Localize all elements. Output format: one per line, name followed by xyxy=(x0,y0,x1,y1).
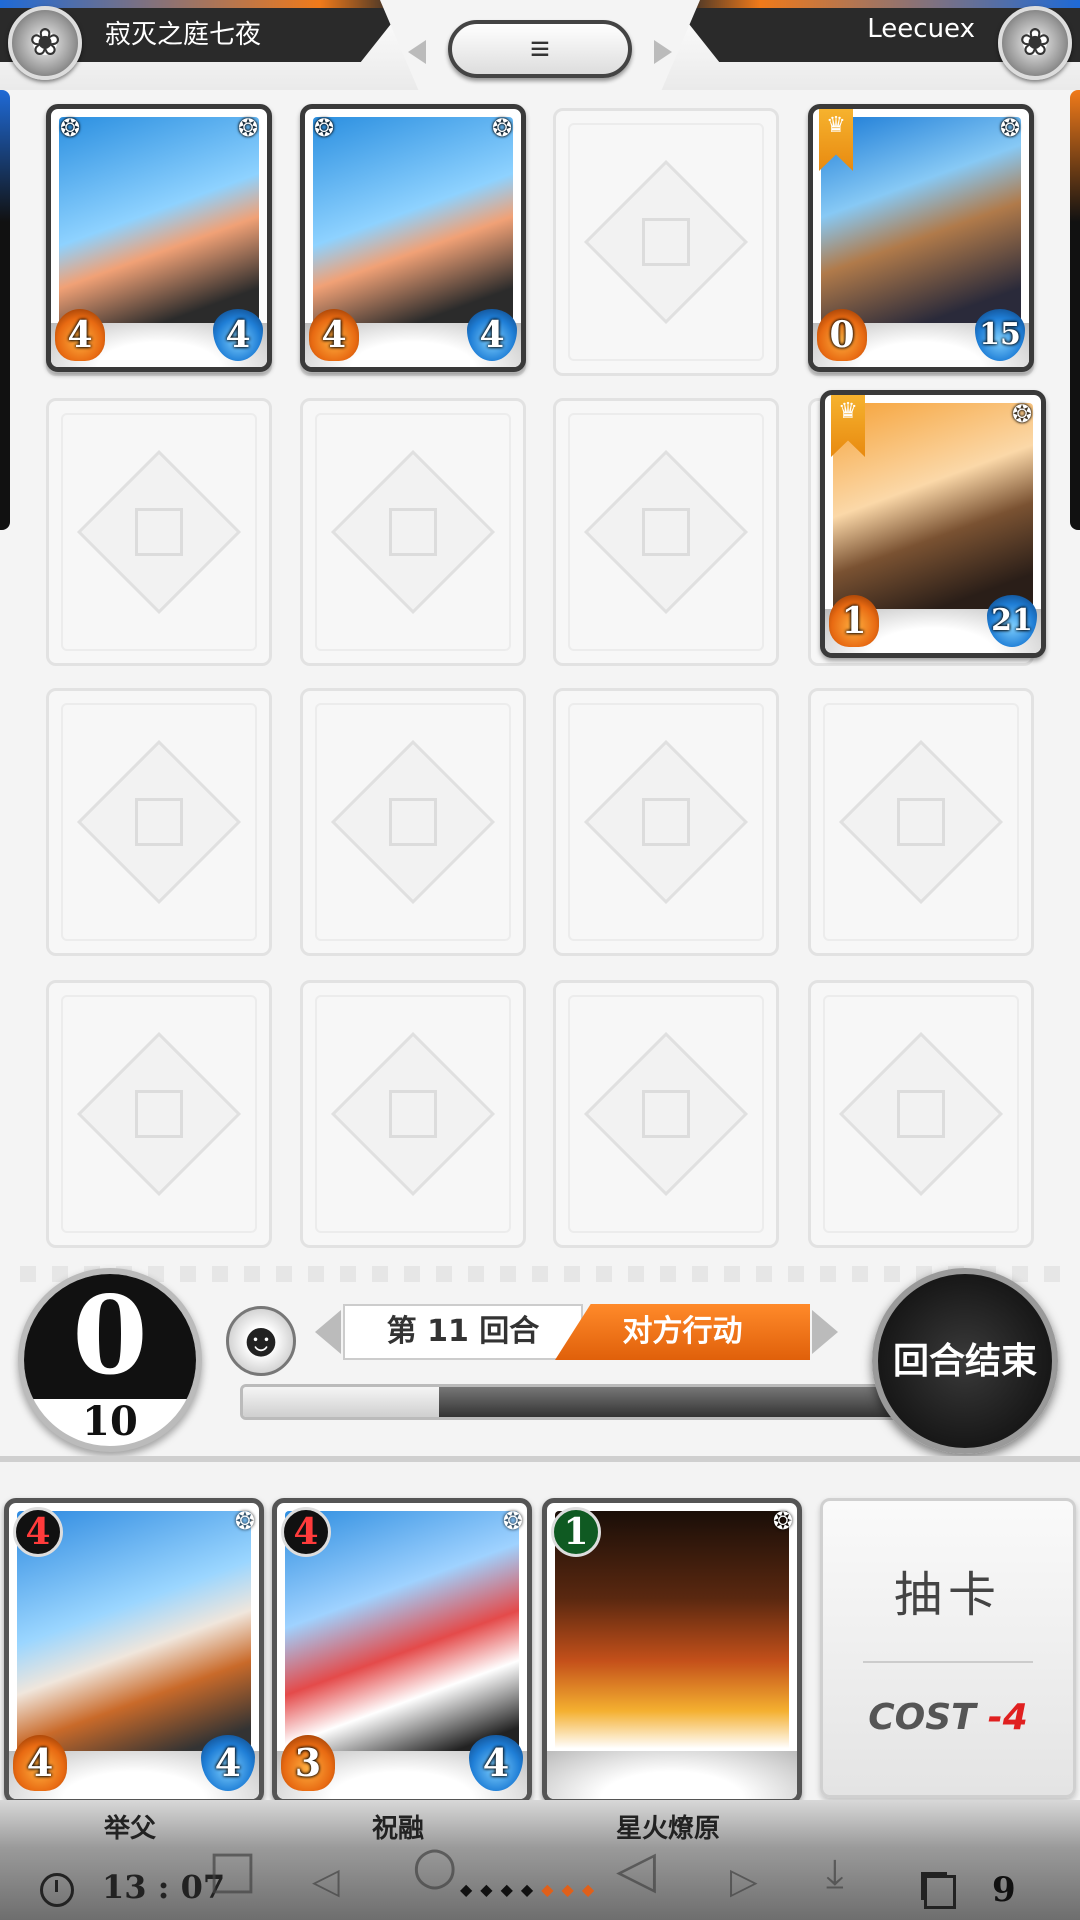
mana-current: 0 xyxy=(72,1273,148,1399)
hand-card-name: 星火燎原 xyxy=(615,1814,720,1844)
mana-orb: 0 10 xyxy=(18,1268,202,1452)
menu-button[interactable]: ≡ xyxy=(448,20,632,78)
player-name: Leecuex xyxy=(867,14,975,44)
system-bar: 举父 祝融 星火燎原 13 : 07 □ ◁ ○ ◁ ▷ ⤓ xyxy=(0,1800,1080,1920)
board-slot[interactable] xyxy=(553,398,779,666)
player-avatar[interactable] xyxy=(998,6,1072,80)
hand-card[interactable]: 4 ❂ 4 4 xyxy=(4,1498,264,1804)
cost-badge: 1 xyxy=(551,1507,601,1557)
back-arrow-icon[interactable]: ◁ xyxy=(312,1856,340,1908)
opponent-accent-stripe xyxy=(0,0,400,8)
left-arrow-icon xyxy=(315,1310,341,1354)
clock-icon xyxy=(40,1872,74,1907)
board-slot[interactable] xyxy=(46,980,272,1248)
card-art xyxy=(313,117,513,331)
attack-stat: 4 xyxy=(13,1735,67,1791)
board-slot[interactable] xyxy=(300,980,526,1248)
board-slot[interactable] xyxy=(553,108,779,376)
attack-stat: 4 xyxy=(55,309,105,361)
deck-icon xyxy=(924,1875,956,1909)
rune-corner-icon: ❂ xyxy=(491,114,513,142)
rune-corner-icon: ❂ xyxy=(772,1507,793,1535)
rune-corner-icon: ❂ xyxy=(234,1507,255,1535)
card-art xyxy=(59,117,259,331)
turn-timer-elapsed xyxy=(439,1387,897,1417)
emote-button[interactable]: ☻ xyxy=(226,1306,296,1376)
smiley-icon: ☻ xyxy=(235,1314,287,1367)
attack-stat: 3 xyxy=(281,1735,335,1791)
deck-count: 9 xyxy=(992,1870,1016,1910)
board-card-bard[interactable]: ❂ 1 21 xyxy=(820,390,1046,658)
rune-corner-icon: ❂ xyxy=(59,114,81,142)
player-accent-stripe xyxy=(680,0,1080,8)
rune-corner-icon: ❂ xyxy=(1011,400,1033,428)
board-slot[interactable] xyxy=(808,980,1034,1248)
board-slot[interactable] xyxy=(46,398,272,666)
draw-divider xyxy=(863,1661,1033,1663)
cost-badge: 4 xyxy=(281,1507,331,1557)
board-card-fox-warrior[interactable]: ❂ ❂ 4 4 xyxy=(300,104,526,372)
cost-value: -4 xyxy=(987,1697,1028,1738)
card-ornament xyxy=(547,1751,797,1799)
board-slot[interactable] xyxy=(553,688,779,956)
attack-stat: 1 xyxy=(829,595,879,647)
left-triangle-mark xyxy=(408,40,426,64)
battlefield: ❂ ❂ 4 4 ❂ ❂ 4 4 ❂ 0 15 ❂ 1 21 xyxy=(0,100,1080,1250)
turn-timer-remaining xyxy=(243,1387,440,1417)
board-card-ruler[interactable]: ❂ 0 15 xyxy=(808,104,1034,372)
opponent-name: 寂灭之庭七夜 xyxy=(105,20,262,50)
right-triangle-mark xyxy=(654,40,672,64)
right-arrow-icon xyxy=(812,1310,838,1354)
end-turn-button[interactable]: 回合结束 xyxy=(872,1268,1058,1454)
cost-word: COST xyxy=(868,1697,976,1738)
draw-cost: COST -4 xyxy=(823,1697,1073,1738)
clock: 13 : 07 xyxy=(40,1868,225,1907)
board-slot[interactable] xyxy=(553,980,779,1248)
rune-corner-icon: ❂ xyxy=(237,114,259,142)
home-icon[interactable]: ○ xyxy=(412,1840,457,1892)
collapse-down-icon[interactable]: ⤓ xyxy=(826,1848,844,1900)
hamburger-icon: ≡ xyxy=(530,30,550,68)
turn-counter: 第 11 回合 xyxy=(343,1304,583,1360)
cost-badge: 4 xyxy=(13,1507,63,1557)
rune-corner-icon: ❂ xyxy=(502,1507,523,1535)
back-icon[interactable]: ◁ xyxy=(616,1844,656,1896)
board-slot[interactable] xyxy=(300,688,526,956)
phase-indicator: 对方行动 xyxy=(555,1304,810,1360)
turn-banner: 第 11 回合 对方行动 xyxy=(315,1304,838,1360)
page-indicator: ◆◆◆◆◆◆◆ xyxy=(460,1880,603,1899)
rune-corner-icon: ❂ xyxy=(313,114,335,142)
recent-apps-icon[interactable]: □ xyxy=(208,1844,257,1896)
board-slot[interactable] xyxy=(300,398,526,666)
attack-stat: 4 xyxy=(309,309,359,361)
attack-stat: 0 xyxy=(817,309,867,361)
rune-corner-icon: ❂ xyxy=(999,114,1021,142)
clock-time: 13 : 07 xyxy=(102,1868,226,1906)
draw-card-button[interactable]: 抽卡 COST -4 xyxy=(820,1498,1076,1798)
top-bar: 寂灭之庭七夜 ≡ Leecuex xyxy=(0,0,1080,90)
board-slot[interactable] xyxy=(808,688,1034,956)
hand-area: 4 ❂ 4 4 4 ❂ 3 4 1 ❂ 抽卡 COST -4 xyxy=(0,1462,1080,1820)
board-card-fox-warrior[interactable]: ❂ ❂ 4 4 xyxy=(46,104,272,372)
hand-card-name: 祝融 xyxy=(371,1814,424,1844)
deck-counter: 9 xyxy=(924,1870,1016,1910)
hand-card[interactable]: 4 ❂ 3 4 xyxy=(272,1498,532,1804)
mana-max: 10 xyxy=(82,1398,138,1445)
forward-arrow-icon[interactable]: ▷ xyxy=(730,1856,758,1908)
opponent-avatar[interactable] xyxy=(8,6,82,80)
hand-card[interactable]: 1 ❂ xyxy=(542,1498,802,1804)
draw-label: 抽卡 xyxy=(893,1567,1002,1623)
turn-timer-bar xyxy=(240,1384,900,1420)
board-slot[interactable] xyxy=(46,688,272,956)
